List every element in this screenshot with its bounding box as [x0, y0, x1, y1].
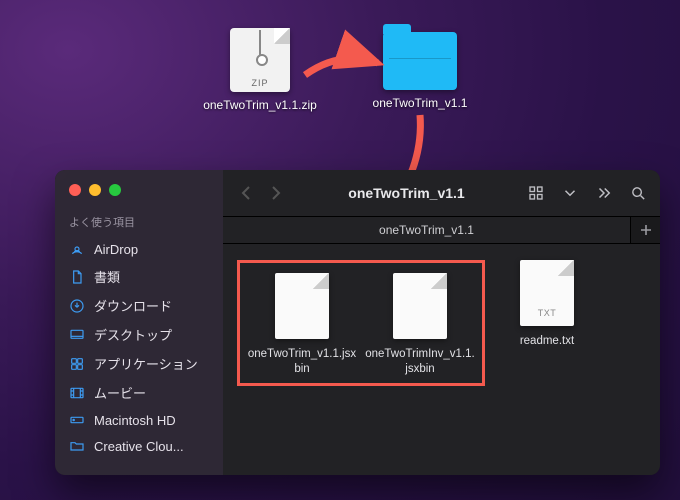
file-item-jsxbin-1[interactable]: oneTwoTrim_v1.1.jsxbin — [246, 273, 358, 377]
finder-toolbar: oneTwoTrim_v1.1 — [223, 170, 660, 216]
download-icon — [69, 298, 85, 314]
hd-icon — [69, 412, 85, 428]
sidebar-item-label: デスクトップ — [94, 325, 172, 344]
sidebar-item-label: 書類 — [94, 267, 120, 286]
sidebar-item-label: ムービー — [94, 383, 146, 402]
forward-button[interactable] — [265, 181, 287, 205]
finder-sidebar: よく使う項目 AirDrop 書類 ダウンロード デスクトップ アプリケーション… — [55, 170, 223, 475]
file-icon — [393, 273, 447, 339]
finder-window: よく使う項目 AirDrop 書類 ダウンロード デスクトップ アプリケーション… — [55, 170, 660, 475]
sidebar-item-movies[interactable]: ムービー — [55, 378, 223, 407]
file-label: readme.txt — [520, 334, 574, 349]
doc-icon — [69, 269, 85, 285]
finder-content[interactable]: oneTwoTrim_v1.1.jsxbin oneTwoTrimInv_v1.… — [223, 244, 660, 475]
sidebar-item-airdrop[interactable]: AirDrop — [55, 236, 223, 262]
file-icon: TXT — [520, 260, 574, 326]
desktop-area: ZIP oneTwoTrim_v1.1.zip oneTwoTrim_v1.1 — [0, 28, 680, 113]
file-label: oneTwoTrim_v1.1.jsxbin — [247, 347, 357, 377]
file-item-readme[interactable]: TXT readme.txt — [491, 260, 603, 349]
apps-icon — [69, 356, 85, 372]
minimize-button[interactable] — [89, 184, 101, 196]
finder-main: oneTwoTrim_v1.1 oneTwoTrim_v1.1 oneTwoTr… — [223, 170, 660, 475]
movie-icon — [69, 385, 85, 401]
tab-label: oneTwoTrim_v1.1 — [379, 223, 474, 237]
file-item-jsxbin-2[interactable]: oneTwoTrimInv_v1.1.jsxbin — [364, 273, 476, 377]
sidebar-item-label: アプリケーション — [94, 354, 198, 373]
desktop-zip-file[interactable]: ZIP oneTwoTrim_v1.1.zip — [200, 28, 320, 113]
file-label: oneTwoTrimInv_v1.1.jsxbin — [365, 347, 475, 377]
sidebar-item-label: Creative Clou... — [94, 439, 184, 454]
desktop-zip-label: oneTwoTrim_v1.1.zip — [203, 98, 317, 113]
new-tab-button[interactable] — [630, 217, 660, 243]
zoom-button[interactable] — [109, 184, 121, 196]
search-button[interactable] — [628, 183, 648, 203]
file-icon — [275, 273, 329, 339]
sidebar-item-documents[interactable]: 書類 — [55, 262, 223, 291]
airdrop-icon — [69, 241, 85, 257]
desktop-folder[interactable]: oneTwoTrim_v1.1 — [360, 28, 480, 113]
desktop-folder-label: oneTwoTrim_v1.1 — [373, 96, 468, 111]
close-button[interactable] — [69, 184, 81, 196]
view-mode-button[interactable] — [526, 183, 546, 203]
sidebar-item-label: ダウンロード — [94, 296, 172, 315]
desktop-sidebar-icon — [69, 327, 85, 343]
toolbar-overflow-button[interactable] — [594, 183, 614, 203]
finder-tabbar: oneTwoTrim_v1.1 — [223, 216, 660, 244]
folder-sidebar-icon — [69, 438, 85, 454]
sidebar-item-downloads[interactable]: ダウンロード — [55, 291, 223, 320]
back-button[interactable] — [235, 181, 257, 205]
sidebar-item-macintosh-hd[interactable]: Macintosh HD — [55, 407, 223, 433]
window-controls — [55, 180, 223, 210]
sidebar-item-creative-cloud[interactable]: Creative Clou... — [55, 433, 223, 459]
sidebar-section-header: よく使う項目 — [55, 210, 223, 236]
finder-tab[interactable]: oneTwoTrim_v1.1 — [223, 217, 630, 243]
sidebar-item-label: Macintosh HD — [94, 413, 176, 428]
sidebar-item-applications[interactable]: アプリケーション — [55, 349, 223, 378]
sidebar-item-label: AirDrop — [94, 242, 138, 257]
annotation-highlight-box: oneTwoTrim_v1.1.jsxbin oneTwoTrimInv_v1.… — [237, 260, 485, 386]
window-title: oneTwoTrim_v1.1 — [295, 185, 518, 201]
zip-icon: ZIP — [230, 28, 290, 92]
sidebar-item-desktop[interactable]: デスクトップ — [55, 320, 223, 349]
folder-icon — [383, 32, 457, 90]
view-mode-chevron-icon[interactable] — [560, 183, 580, 203]
